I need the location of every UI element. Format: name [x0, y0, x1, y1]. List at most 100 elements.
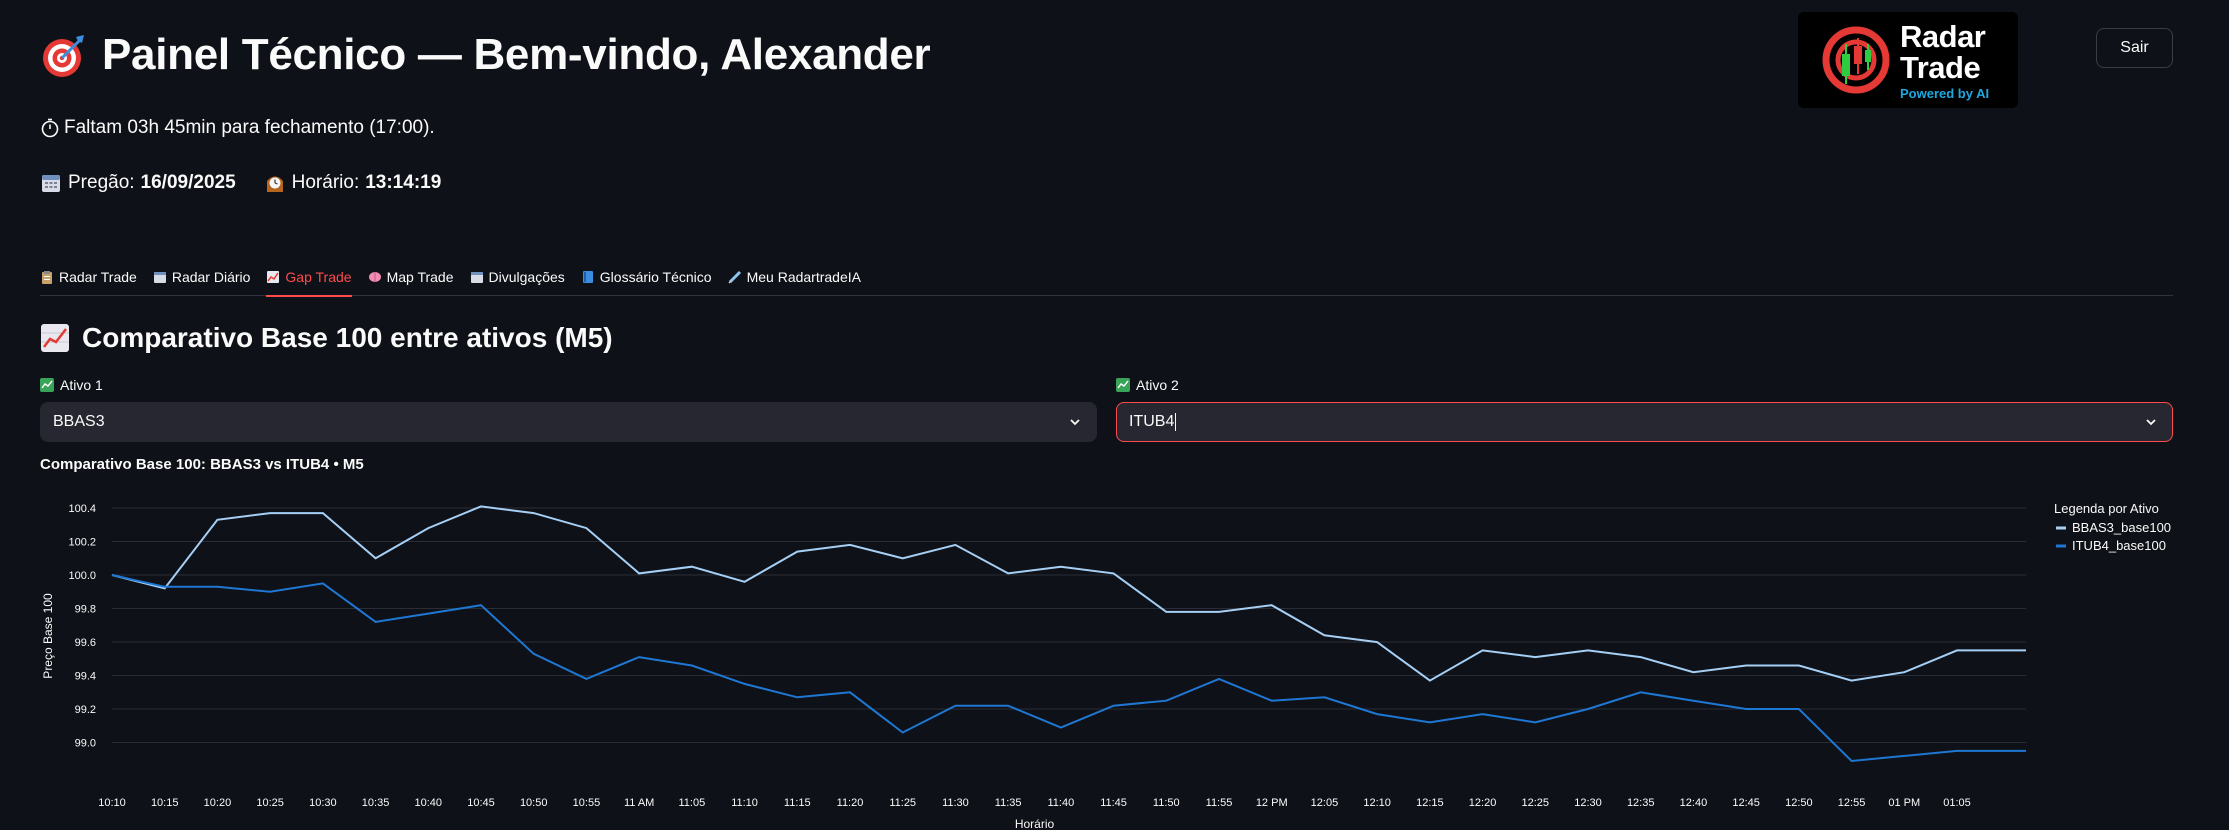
- asset2-label: Ativo 2: [1116, 377, 1179, 393]
- session-date: 16/09/2025: [140, 172, 236, 193]
- tab-label: Radar Diário: [171, 269, 251, 285]
- chart-increasing-icon: [267, 271, 280, 283]
- tab-label: Radar Trade: [59, 269, 137, 285]
- x-tick-label: 10:15: [151, 797, 179, 809]
- syringe-icon: [728, 270, 741, 284]
- tab-label: Gap Trade: [285, 269, 352, 285]
- x-tick-label: 11:40: [1047, 797, 1074, 809]
- x-tick-label: 11:10: [731, 797, 758, 809]
- x-tick-label: 10:55: [573, 797, 601, 809]
- legend-item-label[interactable]: ITUB4_base100: [2072, 538, 2166, 553]
- x-tick-label: 12:45: [1732, 797, 1760, 809]
- chevron-down-icon: [2146, 419, 2156, 426]
- x-tick-label: 11:35: [995, 797, 1022, 809]
- chart-increasing-icon: [41, 324, 69, 352]
- x-tick-label: 10:40: [415, 797, 443, 809]
- radar-logo-icon: [1822, 26, 1890, 94]
- legend-title: Legenda por Ativo: [2054, 501, 2159, 516]
- x-tick-label: 10:20: [204, 797, 232, 809]
- x-tick-label: 12 PM: [1256, 797, 1288, 809]
- base100-line-chart[interactable]: 99.0 99.2 99.4 99.6 99.8 100.0 100.2 100.4 10:10…: [0, 480, 2229, 830]
- section-title-text: Comparativo Base 100 entre ativos (M5): [82, 322, 613, 353]
- session-info: Pregão: 16/09/2025 Horário: 13:14:19: [40, 172, 441, 194]
- tab-map-trade[interactable]: Map Trade: [368, 258, 464, 296]
- x-tick-label: 12:35: [1627, 797, 1655, 809]
- y-tick-label: 100.2: [68, 537, 96, 549]
- x-tick-label: 12:20: [1469, 797, 1497, 809]
- x-axis-label: Horário: [1015, 817, 1055, 830]
- x-tick-label: 11:20: [837, 797, 864, 809]
- x-tick-label: 11:15: [784, 797, 811, 809]
- x-tick-label: 11:55: [1206, 797, 1233, 809]
- time-value: 13:14:19: [365, 172, 442, 193]
- main-tabs: Radar Trade Radar Diário Gap Trade Map T…: [40, 258, 2173, 297]
- legend-item-label[interactable]: BBAS3_base100: [2072, 520, 2171, 535]
- calendar-icon: [470, 272, 483, 283]
- x-tick-label: 12:40: [1680, 797, 1708, 809]
- x-tick-label: 11:05: [678, 797, 705, 809]
- mantel-clock-icon: [266, 176, 283, 192]
- asset1-select[interactable]: BBAS3: [40, 402, 1097, 442]
- tab-label: Map Trade: [386, 269, 454, 285]
- y-tick-label: 99.2: [75, 704, 96, 716]
- x-tick-label: 11:30: [942, 797, 969, 809]
- x-tick-label: 01:05: [1943, 797, 1971, 809]
- tab-glossario-tecnico[interactable]: Glossário Técnico: [581, 258, 722, 296]
- page-header: Painel Técnico — Bem-vindo, Alexander: [40, 30, 931, 80]
- target-icon: [40, 31, 88, 79]
- tab-meu-radartradeia[interactable]: Meu RadartradeIA: [728, 258, 871, 296]
- tab-label: Divulgações: [488, 269, 565, 285]
- x-tick-label: 10:45: [467, 797, 495, 809]
- clipboard-icon: [42, 271, 52, 284]
- x-tick-label: 10:10: [98, 797, 126, 809]
- x-tick-label: 10:35: [362, 797, 390, 809]
- chart-title: Comparativo Base 100: BBAS3 vs ITUB4 • M…: [40, 456, 364, 473]
- y-axis-label: Preço Base 100: [41, 593, 55, 679]
- x-tick-label: 12:30: [1574, 797, 1602, 809]
- x-tick-label: 01 PM: [1888, 797, 1920, 809]
- asset2-value: ITUB4: [1129, 413, 1175, 431]
- asset1-label: Ativo 1: [40, 377, 103, 393]
- x-tick-label: 11:50: [1153, 797, 1180, 809]
- countdown-text: Faltam 03h 45min para fechamento (17:00)…: [64, 117, 435, 138]
- y-tick-label: 99.8: [75, 604, 96, 616]
- y-tick-label: 99.0: [75, 738, 96, 750]
- x-tick-label: 11:25: [889, 797, 916, 809]
- session-label: Pregão:: [68, 172, 135, 193]
- chevron-down-icon: [1070, 419, 1080, 426]
- stopwatch-icon: [41, 118, 59, 138]
- brain-icon: [368, 272, 381, 282]
- series-line-bbas3_base100[interactable]: [111, 505, 2026, 682]
- logo-tagline: Powered by AI: [1900, 85, 1990, 101]
- blue-book-icon: [582, 271, 593, 283]
- y-tick-label: 100.4: [68, 503, 96, 515]
- y-tick-label: 99.6: [75, 637, 96, 649]
- tab-radar-diario[interactable]: Radar Diário: [153, 258, 261, 296]
- tab-gap-trade[interactable]: Gap Trade: [266, 258, 361, 297]
- asset2-label-text: Ativo 2: [1136, 377, 1179, 393]
- asset2-select[interactable]: ITUB4: [1116, 402, 2173, 442]
- radar-trade-logo: Radar Trade Powered by AI: [1798, 12, 2018, 108]
- tab-label: Meu RadartradeIA: [746, 269, 861, 285]
- x-tick-label: 12:15: [1416, 797, 1444, 809]
- calendar-icon: [42, 175, 60, 192]
- x-tick-label: 11:45: [1100, 797, 1127, 809]
- y-tick-label: 99.4: [75, 671, 96, 683]
- page-title: Painel Técnico — Bem-vindo, Alexander: [102, 30, 931, 79]
- text-cursor: [1175, 412, 1177, 431]
- x-tick-label: 12:10: [1363, 797, 1391, 809]
- logo-word-radar: Radar: [1900, 18, 1986, 54]
- logo-word-trade: Trade: [1900, 49, 1981, 85]
- tab-radar-trade[interactable]: Radar Trade: [40, 258, 147, 296]
- x-tick-label: 12:25: [1522, 797, 1550, 809]
- x-tick-label: 12:05: [1311, 797, 1339, 809]
- asset1-value: BBAS3: [53, 413, 105, 430]
- time-label: Horário:: [291, 172, 360, 193]
- x-tick-label: 10:30: [309, 797, 337, 809]
- chart-yen-icon: [1116, 378, 1130, 392]
- series-line-itub4_base100[interactable]: [111, 574, 2026, 763]
- tab-divulgacoes[interactable]: Divulgações: [470, 258, 575, 296]
- chart-yen-icon: [40, 378, 54, 392]
- logout-button[interactable]: Sair: [2096, 28, 2173, 68]
- x-tick-label: 10:50: [520, 797, 548, 809]
